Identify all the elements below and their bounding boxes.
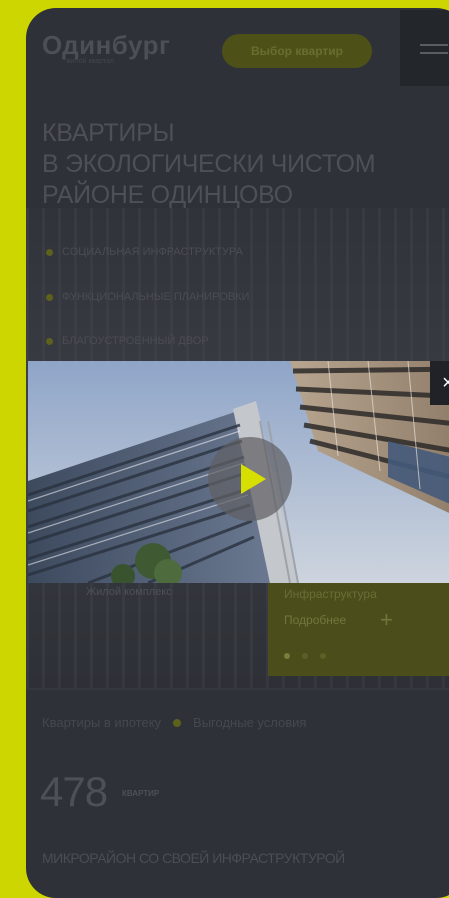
info-card: Инфраструктура Подробнее + bbox=[268, 583, 449, 676]
ticker-dot-icon bbox=[173, 719, 182, 727]
slider-dot-active[interactable] bbox=[284, 653, 290, 659]
play-button[interactable] bbox=[208, 437, 292, 521]
more-link[interactable]: Подробнее bbox=[284, 613, 346, 627]
hero-caption: Жилой комплекс bbox=[86, 586, 172, 598]
ticker-item: Квартиры в ипотеку bbox=[42, 715, 162, 730]
slider-dot[interactable] bbox=[302, 653, 308, 659]
menu-button[interactable] bbox=[400, 10, 449, 86]
info-card-text: Инфраструктура bbox=[284, 587, 377, 601]
hamburger-icon bbox=[420, 52, 448, 54]
video-player[interactable] bbox=[28, 361, 449, 583]
section-divider bbox=[26, 688, 449, 690]
ticker-line: Квартиры в ипотеку Выгодные условия bbox=[42, 715, 306, 730]
site-header: Одинбург жилой квартал Выбор квартир bbox=[26, 8, 449, 86]
logo-subtitle: жилой квартал bbox=[66, 58, 114, 65]
site-logo[interactable]: Одинбург bbox=[42, 30, 170, 61]
play-icon bbox=[241, 464, 266, 494]
feature-item: Благоустроенный двор bbox=[46, 335, 209, 347]
slider-dot[interactable] bbox=[320, 653, 326, 659]
hero-title-line: РАЙОНЕ ОДИНЦОВО bbox=[42, 181, 293, 209]
phone-screen: Одинбург жилой квартал Выбор квартир КВА… bbox=[26, 8, 449, 898]
feature-item: Социальная инфраструктура bbox=[46, 246, 243, 258]
hero-title: КВАРТИРЫ В ЭКОЛОГИЧЕСКИ ЧИСТОМ РАЙОНЕ ОД… bbox=[42, 118, 422, 211]
hamburger-icon bbox=[420, 44, 448, 46]
video-close-button[interactable]: × bbox=[430, 361, 449, 405]
hero-title-line: В ЭКОЛОГИЧЕСКИ ЧИСТОМ bbox=[42, 150, 376, 178]
section-heading: МИКРОРАЙОН СО СВОЕЙ ИНФРАСТРУКТУРОЙ bbox=[42, 850, 345, 866]
apartments-unit: квартир bbox=[122, 789, 160, 798]
choose-apartment-button[interactable]: Выбор квартир bbox=[222, 34, 372, 68]
apartments-count: 478 bbox=[40, 768, 108, 815]
ticker-item: Выгодные условия bbox=[193, 715, 307, 730]
plus-icon[interactable]: + bbox=[380, 607, 393, 633]
feature-item: Функциональные планировки bbox=[45, 291, 250, 303]
hero-title-line: КВАРТИРЫ bbox=[42, 119, 175, 147]
